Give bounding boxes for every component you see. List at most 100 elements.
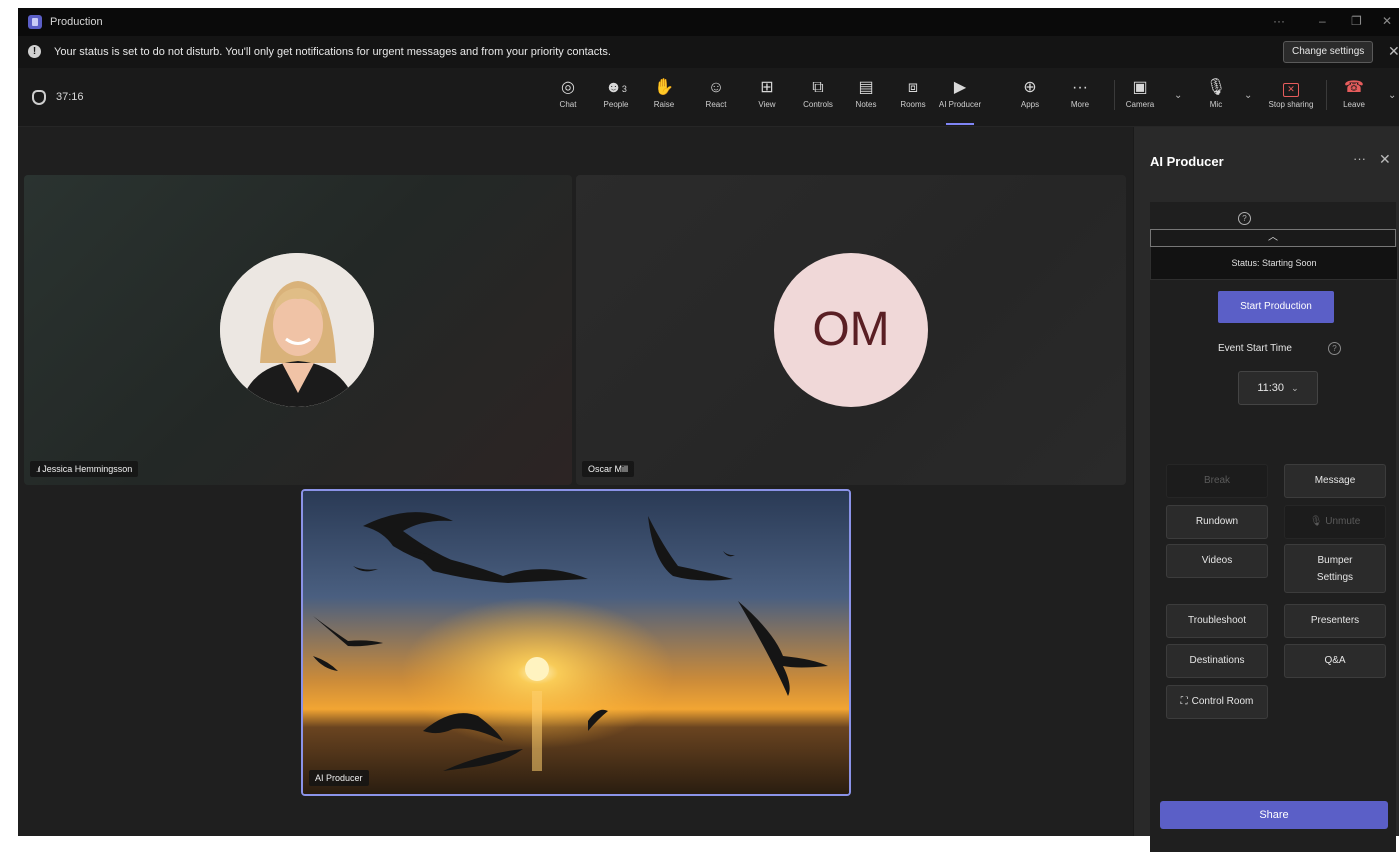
participant-name-tag: Oscar Mill <box>582 461 634 477</box>
chevron-down-icon: ⌄ <box>1291 383 1299 393</box>
change-settings-button[interactable]: Change settings <box>1283 41 1374 63</box>
stop-sharing-icon: ✕ <box>1262 78 1320 98</box>
participant-tile-jessica[interactable]: .ıl Jessica Hemmingsson <box>24 175 572 485</box>
participant-name-tag: .ıl Jessica Hemmingsson <box>30 461 139 477</box>
panel-title: AI Producer <box>1150 154 1224 169</box>
participant-name: Jessica Hemmingsson <box>42 464 133 474</box>
participant-name: AI Producer <box>315 773 363 783</box>
mic-button[interactable]: 🎙 Mic <box>1194 78 1238 109</box>
initials-avatar: OM <box>774 253 928 407</box>
more-icon: ··· <box>1072 79 1088 96</box>
restore-button[interactable]: ❐ <box>1351 14 1362 28</box>
view-button[interactable]: ⊞ View <box>745 78 789 109</box>
camera-off-icon: ▣ <box>1132 79 1148 96</box>
react-icon: ☺ <box>707 79 725 96</box>
people-button[interactable]: ☻3 People <box>594 78 638 109</box>
window-more-button[interactable]: ··· <box>1273 14 1285 28</box>
active-tab-indicator <box>946 123 974 125</box>
controls-icon: ⧉ <box>812 79 824 96</box>
controls-label: Controls <box>803 100 833 109</box>
ai-producer-panel: AI Producer ··· ✕ ? ︿ Status: Starting S… <box>1133 127 1399 852</box>
shared-content-tile[interactable]: AI Producer <box>301 489 851 796</box>
notes-button[interactable]: ▤ Notes <box>844 78 888 109</box>
event-time-help-icon[interactable]: ? <box>1328 342 1341 355</box>
rundown-button[interactable]: Rundown <box>1166 505 1268 539</box>
bumper-settings-label-2: Settings <box>1316 572 1354 583</box>
react-label: React <box>705 100 727 109</box>
people-label: People <box>603 100 629 109</box>
notes-icon: ▤ <box>858 79 874 96</box>
mic-label: Mic <box>1209 100 1223 109</box>
collapse-button[interactable]: ︿ <box>1150 229 1396 247</box>
leave-label: Leave <box>1343 100 1365 109</box>
event-start-time-value: 11:30 <box>1257 382 1285 394</box>
camera-button[interactable]: ▣ Camera <box>1118 78 1162 109</box>
raise-hand-button[interactable]: ✋ Raise <box>642 78 686 109</box>
leave-button[interactable]: ☎ Leave <box>1332 78 1376 109</box>
participant-photo <box>220 253 374 407</box>
rooms-label: Rooms <box>900 100 926 109</box>
person-photo-icon <box>220 253 374 407</box>
controls-button[interactable]: ⧉ Controls <box>796 78 840 109</box>
participant-name-tag: AI Producer <box>309 770 369 786</box>
share-button[interactable]: Share <box>1160 801 1388 829</box>
minimize-button[interactable]: – <box>1319 14 1326 28</box>
meeting-toolbar: 37:16 ◎ Chat ☻3 People ✋ Raise ☺ React ⊞… <box>18 68 1399 127</box>
more-button[interactable]: ··· More <box>1058 78 1102 109</box>
chat-icon: ◎ <box>561 79 575 96</box>
troubleshoot-button[interactable]: Troubleshoot <box>1166 604 1268 638</box>
ai-producer-label: AI Producer <box>938 100 982 109</box>
panel-close-icon[interactable]: ✕ <box>1379 151 1391 168</box>
participant-tile-oscar[interactable]: OM Oscar Mill <box>576 175 1126 485</box>
raise-hand-icon: ✋ <box>654 79 674 96</box>
presenters-button[interactable]: Presenters <box>1284 604 1386 638</box>
dnd-banner: ! Your status is set to do not disturb. … <box>18 36 1399 68</box>
participant-name: Oscar Mill <box>588 464 628 474</box>
teams-window: Production ··· – ❐ ✕ ! Your status is se… <box>18 8 1399 852</box>
break-button[interactable]: Break <box>1166 464 1268 498</box>
stop-sharing-button[interactable]: ✕ Stop sharing <box>1262 78 1320 109</box>
control-room-button[interactable]: ⛶ Control Room <box>1166 685 1268 719</box>
leave-options-chevron-icon[interactable]: ⌄ <box>1388 90 1396 101</box>
chevron-up-icon: ︿ <box>1268 232 1278 243</box>
event-start-time-select[interactable]: 11:30 ⌄ <box>1238 371 1318 405</box>
start-production-button[interactable]: Start Production <box>1218 291 1334 323</box>
more-label: More <box>1070 100 1090 109</box>
react-button[interactable]: ☺ React <box>694 78 738 109</box>
apps-icon: ⊕ <box>1023 79 1037 96</box>
qa-button[interactable]: Q&A <box>1284 644 1386 678</box>
destinations-button[interactable]: Destinations <box>1166 644 1268 678</box>
videos-button[interactable]: Videos <box>1166 544 1268 578</box>
producer-content: ? ︿ Status: Starting Soon Start Producti… <box>1150 202 1398 852</box>
chat-button[interactable]: ◎ Chat <box>546 78 590 109</box>
camera-options-chevron-icon[interactable]: ⌄ <box>1174 90 1182 101</box>
title-bar: Production ··· – ❐ ✕ <box>18 8 1399 36</box>
apps-label: Apps <box>1020 100 1040 109</box>
panel-more-icon[interactable]: ··· <box>1353 151 1366 166</box>
rooms-button[interactable]: ⧈ Rooms <box>891 78 935 109</box>
camera-label: Camera <box>1125 100 1155 109</box>
mic-options-chevron-icon[interactable]: ⌄ <box>1244 90 1252 101</box>
window-title: Production <box>50 16 103 28</box>
view-label: View <box>758 100 776 109</box>
control-room-label: Control Room <box>1191 696 1254 707</box>
info-icon: ! <box>28 45 41 58</box>
unmute-button[interactable]: 🎙 Unmute <box>1284 505 1386 539</box>
toolbar-divider <box>1114 80 1115 110</box>
close-window-button[interactable]: ✕ <box>1382 14 1392 28</box>
people-icon: ☻3 <box>605 79 627 96</box>
ai-producer-icon: ▶ <box>953 79 967 96</box>
toolbar-divider <box>1326 80 1327 110</box>
bumper-settings-button[interactable]: Bumper Settings <box>1284 544 1386 593</box>
help-icon[interactable]: ? <box>1238 212 1251 225</box>
signal-strength-icon: .ıl <box>36 465 40 474</box>
ai-producer-button[interactable]: ▶ AI Producer <box>938 78 982 125</box>
message-button[interactable]: Message <box>1284 464 1386 498</box>
stop-sharing-label: Stop sharing <box>1268 100 1314 109</box>
control-room-icon: ⛶ <box>1180 696 1188 707</box>
view-icon: ⊞ <box>760 79 774 96</box>
notes-label: Notes <box>855 100 877 109</box>
banner-close-icon[interactable]: ✕ <box>1388 43 1399 60</box>
apps-button[interactable]: ⊕ Apps <box>1008 78 1052 109</box>
unmute-label: Unmute <box>1325 516 1361 527</box>
